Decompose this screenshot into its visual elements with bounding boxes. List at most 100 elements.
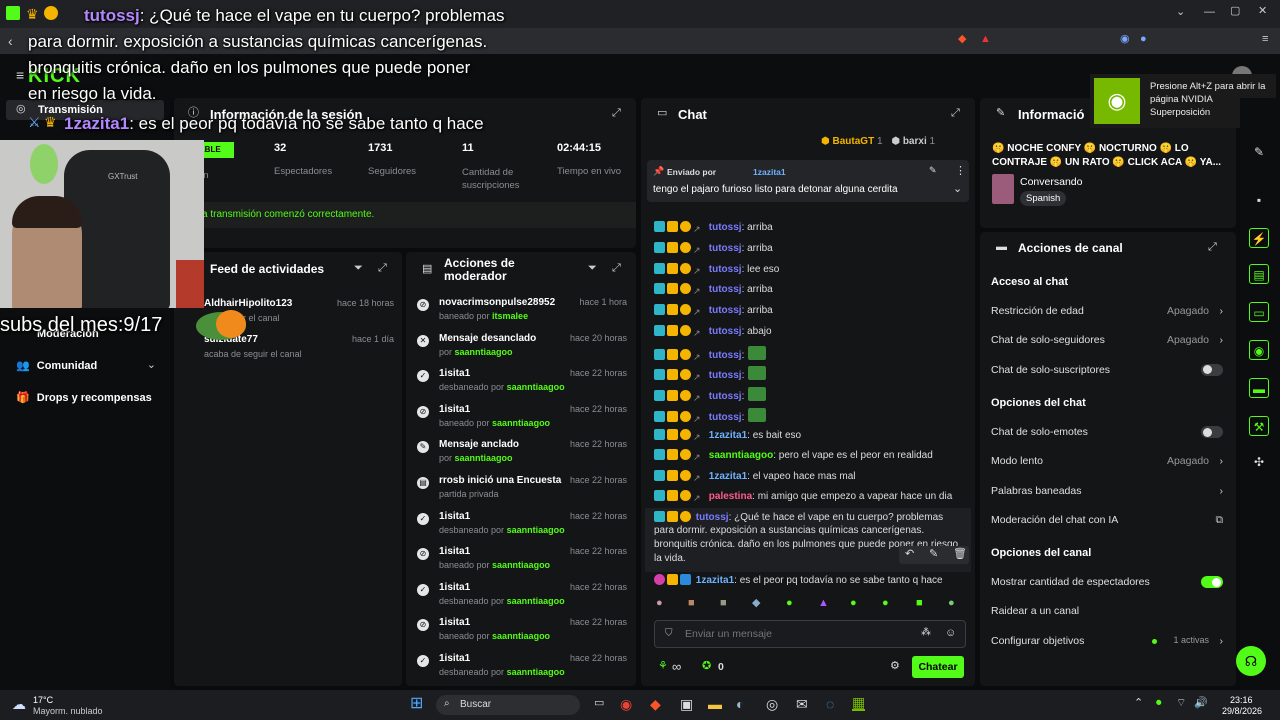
mic-icon[interactable]: ⏺	[1156, 698, 1162, 709]
category-name[interactable]: Conversando	[1020, 176, 1082, 188]
expand-icon[interactable]: ⤢	[378, 263, 387, 274]
emote-icon[interactable]: ●	[948, 598, 955, 609]
settings-row[interactable]: Chat de solo-emotes	[991, 426, 1223, 438]
chevron-down-icon[interactable]: ⌄	[953, 184, 962, 195]
volume-icon[interactable]: 🔊	[1194, 698, 1208, 709]
puzzle-icon[interactable]: ✣	[1249, 452, 1269, 472]
emote-icon[interactable]: ●	[882, 598, 889, 609]
app-icon[interactable]: ✉	[796, 697, 808, 711]
mod-action-icon: ✎	[417, 441, 429, 454]
settings-section-title: Opciones del canal	[991, 547, 1092, 559]
mod-action-row: ✓ 1isita1 desbaneado por saanntiaagoo ha…	[417, 653, 631, 677]
store-icon[interactable]: ▣	[680, 697, 693, 711]
help-button[interactable]: ☊	[1236, 646, 1266, 676]
mod-action-row: ✓ 1isita1 desbaneado por saanntiaagoo ha…	[417, 368, 631, 392]
expand-icon[interactable]: ⤢	[951, 108, 960, 119]
broadcast-icon[interactable]: ◉	[1249, 340, 1269, 360]
emote-icon[interactable]: ◆	[752, 598, 760, 609]
lightning-icon[interactable]: ⚡	[1249, 228, 1269, 248]
message-actions: ↶ ✎ 🗑	[899, 546, 969, 564]
chrome-icon[interactable]: ◉	[620, 697, 632, 711]
embed-icon[interactable]: ▪	[1249, 190, 1269, 210]
expand-icon[interactable]: ⤢	[1208, 242, 1217, 253]
translate-icon[interactable]: ⁂	[921, 628, 931, 638]
chat-icon[interactable]: ▭	[1249, 302, 1269, 322]
settings-row[interactable]: Chat de solo-suscriptores	[991, 363, 1223, 376]
windows-start-icon[interactable]: ⊞	[410, 696, 423, 712]
pencil-icon[interactable]: ✎	[1249, 142, 1269, 162]
crown-icon: ♛	[44, 114, 57, 130]
extensions-icon[interactable]: ◉	[1120, 34, 1130, 45]
settings-row[interactable]: Restricción de edad Apagado ›	[991, 305, 1223, 317]
channel-icon[interactable]: ▬	[1249, 378, 1269, 398]
emote-icon	[748, 387, 767, 401]
emoji-icon[interactable]: ☺	[945, 628, 956, 639]
emote-icon[interactable]: ●	[850, 598, 857, 609]
stat-viewers: 32 Espectadores	[274, 142, 333, 177]
stream-title: 🤫 NOCHE CONFY 🤫 NOCTURNO 🤫 LO CONTRAJE 🤫…	[992, 143, 1222, 168]
toggle-switch[interactable]	[1201, 426, 1223, 438]
delete-icon[interactable]: 🗑	[953, 549, 967, 560]
message-input[interactable]	[685, 626, 885, 642]
sidebar-item-drops[interactable]: 🎁 Drops y recompensas	[16, 392, 156, 404]
mod-action-icon: ✕	[417, 334, 429, 347]
vpn-icon[interactable]: ●	[1140, 34, 1147, 45]
brave-rewards-icon[interactable]: ▲	[980, 34, 991, 45]
more-icon[interactable]: ⋮	[955, 166, 966, 177]
filter-icon[interactable]: ⏷	[354, 263, 363, 274]
reply-icon[interactable]: ↶	[905, 549, 914, 560]
toggle-switch[interactable]	[1201, 363, 1223, 376]
stream-status-bar: a transmisión comenzó correctamente.	[174, 202, 636, 228]
brave-icon[interactable]: ◆	[650, 697, 661, 711]
chat-message: ↗ 1zazita1: es bait eso	[654, 429, 964, 443]
list-icon[interactable]: ▤	[1249, 264, 1269, 284]
pinned-message[interactable]: 📌 Enviado por 1zazita1 tengo el pajaro f…	[647, 160, 969, 202]
steam-icon[interactable]: ◐	[736, 697, 744, 711]
emote-icon[interactable]: ■	[688, 598, 695, 609]
emote-icon[interactable]: ●	[786, 598, 793, 609]
nvidia-icon[interactable]: ▦	[852, 695, 866, 711]
send-button[interactable]: Chatear	[912, 656, 964, 678]
active-dot	[1152, 638, 1157, 644]
settings-row[interactable]: Palabras baneadas ›	[991, 485, 1223, 497]
wrench-icon[interactable]: ⚒	[1249, 416, 1269, 436]
menu-icon[interactable]: ≡	[1262, 34, 1268, 45]
chat-message: ↗ tutossj: arriba	[654, 221, 964, 235]
wifi-icon[interactable]: ⌔	[1176, 698, 1186, 709]
settings-row[interactable]: Configurar objetivos 1 activas ›	[991, 635, 1223, 647]
emote-icon[interactable]: ▲	[818, 598, 829, 609]
brave-shield-icon[interactable]: ◆	[958, 34, 966, 45]
settings-row[interactable]: Modo lento Apagado ›	[991, 455, 1223, 467]
filter-icon[interactable]: ⏷	[588, 263, 597, 274]
chat-message: ↗ tutossj:	[654, 387, 964, 404]
gear-icon[interactable]: ⚙	[890, 661, 900, 672]
toggle-switch[interactable]	[1201, 576, 1223, 588]
emote-icon[interactable]: ●	[656, 598, 663, 609]
task-view-icon[interactable]: ▭	[594, 698, 604, 709]
chat-message: ↗ tutossj: arriba	[654, 242, 964, 256]
edge-icon[interactable]: ◌	[826, 697, 834, 711]
sidebar-item-comunidad[interactable]: 👥 Comunidad ⌄	[16, 360, 156, 373]
folder-icon[interactable]: ▬	[708, 697, 722, 711]
search-box[interactable]: ⌕ Buscar	[436, 695, 580, 715]
chevron-down-icon[interactable]: ⌄	[1176, 7, 1185, 18]
settings-row[interactable]: Chat de solo-seguidores Apagado ›	[991, 334, 1223, 346]
kicks-icon[interactable]: ✪	[702, 661, 711, 672]
pin-icon[interactable]: ✎	[929, 549, 938, 560]
unpin-icon[interactable]: ✎	[929, 166, 937, 175]
emote-icon[interactable]: ■	[916, 598, 923, 609]
minimize-icon[interactable]: —	[1204, 7, 1215, 18]
settings-row[interactable]: Raidear a un canal	[991, 605, 1223, 617]
maximize-icon[interactable]: ▢	[1230, 6, 1240, 17]
settings-row[interactable]: Mostrar cantidad de espectadores	[991, 576, 1223, 588]
emote-icon[interactable]: ■	[720, 598, 727, 609]
tray-chevron-icon[interactable]: ⌃	[1134, 698, 1143, 709]
obs-icon[interactable]: ◎	[766, 697, 778, 711]
close-icon[interactable]: ✕	[1258, 6, 1267, 17]
weather-icon[interactable]: ☁	[12, 697, 26, 711]
expand-icon[interactable]: ⤢	[612, 263, 621, 274]
taskbar: ☁ 17°C Mayorm. nublado ⊞ ⌕ Buscar ▭ ◉ ◆ …	[0, 690, 1280, 720]
chat-input[interactable]: ⛉ ⁂ ☺	[654, 620, 966, 648]
settings-row[interactable]: Moderación del chat con IA ⧉	[991, 514, 1223, 526]
points-icon[interactable]: ⚘	[658, 661, 668, 672]
